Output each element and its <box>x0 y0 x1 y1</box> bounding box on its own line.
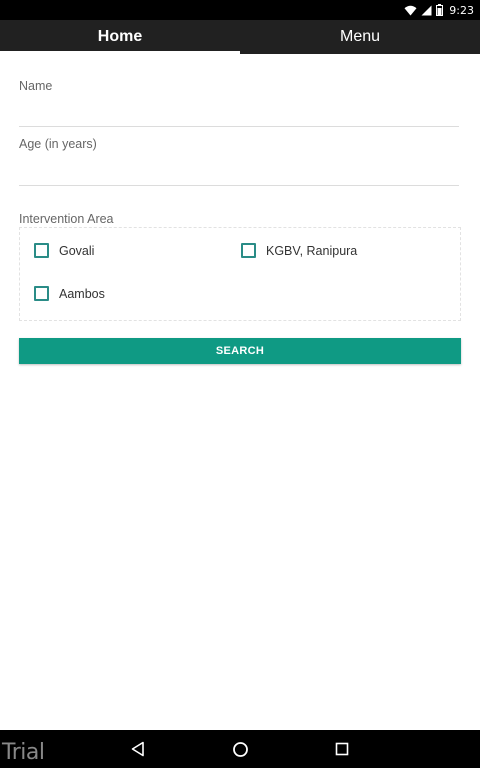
checkbox-label: KGBV, Ranipura <box>266 243 358 258</box>
checkbox-icon[interactable] <box>34 286 49 301</box>
back-icon[interactable] <box>118 730 158 768</box>
home-icon[interactable] <box>220 730 260 768</box>
name-label: Name <box>19 79 53 93</box>
search-button[interactable]: SEARCH <box>19 338 461 364</box>
trial-watermark: Trial <box>2 740 45 765</box>
wifi-icon <box>404 5 417 16</box>
checkbox-label: Govali <box>59 243 95 258</box>
clock-time: 9:23 <box>449 3 474 17</box>
checkbox-icon[interactable] <box>34 243 49 258</box>
age-input[interactable] <box>19 155 459 186</box>
status-bar: 9:23 <box>0 0 480 20</box>
intervention-area-group: Govali KGBV, Ranipura Aambos <box>19 227 461 321</box>
tab-bar: Home Menu <box>0 20 480 54</box>
intervention-area-label: Intervention Area <box>19 212 114 226</box>
recents-icon[interactable] <box>322 730 362 768</box>
checkbox-kgbv-ranipura[interactable]: KGBV, Ranipura <box>241 243 357 258</box>
name-input[interactable] <box>19 96 459 127</box>
checkbox-aambos[interactable]: Aambos <box>34 286 105 301</box>
tab-home[interactable]: Home <box>0 20 240 54</box>
navigation-bar <box>0 730 480 768</box>
battery-icon <box>436 4 444 16</box>
checkbox-govali[interactable]: Govali <box>34 243 94 258</box>
age-label: Age (in years) <box>19 137 97 151</box>
tab-menu[interactable]: Menu <box>240 20 480 54</box>
checkbox-label: Aambos <box>59 286 105 301</box>
checkbox-icon[interactable] <box>241 243 256 258</box>
signal-icon <box>421 5 432 16</box>
